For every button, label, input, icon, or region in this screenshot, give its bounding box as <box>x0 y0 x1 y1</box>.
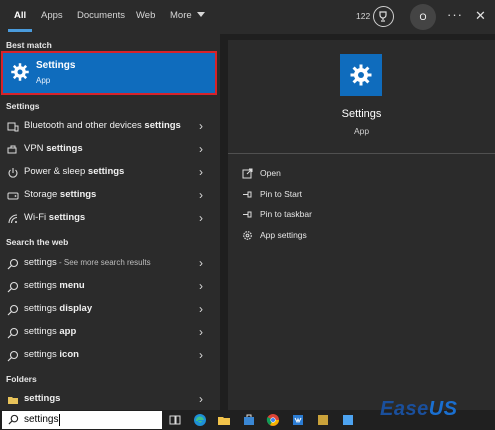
folder-result-settings[interactable]: settings › <box>0 389 220 410</box>
tab-more[interactable]: More <box>170 0 205 34</box>
web-result-settings-icon[interactable]: settings icon › <box>0 345 220 367</box>
more-options-icon[interactable]: ··· <box>447 0 463 30</box>
action-pin-to-start[interactable]: Pin to Start <box>242 187 442 205</box>
detail-panel: Settings App Open Pin to Start Pin to ta… <box>228 40 495 410</box>
chevron-right-icon: › <box>199 279 203 293</box>
gear-icon <box>350 64 372 86</box>
task-view-icon[interactable] <box>168 413 182 427</box>
section-settings: Settings <box>6 101 40 111</box>
action-label: App settings <box>260 230 307 240</box>
web-result-settings-app[interactable]: settings app › <box>0 322 220 344</box>
web-result-settings-menu[interactable]: settings menu › <box>0 276 220 298</box>
folder-icon <box>8 397 18 404</box>
result-storage-settings[interactable]: Storage settings › <box>0 185 220 207</box>
tab-apps[interactable]: Apps <box>41 0 63 34</box>
edge-browser-icon[interactable] <box>193 413 207 427</box>
section-search-the-web: Search the web <box>6 237 69 247</box>
app-icon[interactable] <box>291 413 305 427</box>
result-vpn-settings[interactable]: VPN settings › <box>0 139 220 161</box>
chevron-right-icon: › <box>199 256 203 270</box>
section-best-match: Best match <box>6 40 52 50</box>
web-result-settings[interactable]: settings - See more search results › <box>0 253 220 275</box>
result-label: settings - See more search results <box>24 257 151 268</box>
pin-icon <box>243 191 252 198</box>
search-icon <box>7 281 19 293</box>
best-match-subtitle: App <box>36 76 51 85</box>
trophy-icon[interactable] <box>373 6 394 27</box>
result-label: settings <box>24 393 61 404</box>
best-match-title: Settings <box>36 60 76 71</box>
chrome-icon[interactable] <box>266 413 280 427</box>
text-cursor <box>59 414 60 426</box>
pin-icon <box>243 211 252 218</box>
vpn-icon <box>7 145 17 154</box>
result-label: Bluetooth and other devices settings <box>24 120 181 131</box>
action-pin-to-taskbar[interactable]: Pin to taskbar <box>242 207 442 225</box>
action-open[interactable]: Open <box>242 166 442 184</box>
chevron-right-icon: › <box>199 165 203 179</box>
chevron-right-icon: › <box>199 325 203 339</box>
result-label: settings menu <box>24 280 85 291</box>
settings-app-icon <box>340 54 382 96</box>
search-input[interactable]: settings <box>24 414 58 425</box>
action-label: Pin to taskbar <box>260 209 312 219</box>
search-header: All Apps Documents Web More 122 O ··· ✕ <box>0 0 495 34</box>
storage-icon <box>7 192 19 200</box>
chevron-right-icon: › <box>199 302 203 316</box>
detail-subtitle: App <box>353 126 370 136</box>
chevron-right-icon: › <box>199 188 203 202</box>
close-icon[interactable]: ✕ <box>475 0 486 32</box>
taskbar-search-box[interactable]: settings <box>2 411 162 429</box>
gear-icon <box>243 231 252 240</box>
result-label: Power & sleep settings <box>24 166 125 177</box>
tab-documents[interactable]: Documents <box>77 0 125 34</box>
store-icon[interactable] <box>242 413 256 427</box>
results-list: Best match Settings App Settings Bluetoo… <box>0 34 220 410</box>
result-power-sleep-settings[interactable]: Power & sleep settings › <box>0 162 220 184</box>
result-label: Storage settings <box>24 189 97 200</box>
app-icon[interactable] <box>316 413 330 427</box>
user-avatar[interactable]: O <box>410 4 436 30</box>
search-icon <box>7 350 19 362</box>
chevron-right-icon: › <box>199 392 203 406</box>
chevron-right-icon: › <box>199 211 203 225</box>
chevron-right-icon: › <box>199 119 203 133</box>
tab-web[interactable]: Web <box>136 0 155 34</box>
gear-icon <box>11 63 29 81</box>
rewards-points: 122 <box>356 11 371 21</box>
result-wifi-settings[interactable]: Wi-Fi settings › <box>0 208 220 230</box>
power-icon <box>8 168 18 178</box>
section-folders: Folders <box>6 374 37 384</box>
action-label: Pin to Start <box>260 189 303 199</box>
result-bluetooth-settings[interactable]: Bluetooth and other devices settings › <box>0 116 220 138</box>
chevron-down-icon <box>196 12 205 17</box>
app-icon[interactable] <box>341 413 355 427</box>
result-label: Wi-Fi settings <box>24 212 86 223</box>
best-match-settings-app[interactable]: Settings App <box>1 51 217 95</box>
open-icon <box>242 168 253 179</box>
tab-more-label: More <box>170 10 192 21</box>
result-label: VPN settings <box>24 143 83 154</box>
divider <box>228 153 495 154</box>
file-explorer-icon[interactable] <box>217 413 231 427</box>
chevron-right-icon: › <box>199 348 203 362</box>
result-label: settings display <box>24 303 93 314</box>
web-result-settings-display[interactable]: settings display › <box>0 299 220 321</box>
easeus-watermark-logo: EaseUS <box>380 398 458 420</box>
search-icon <box>7 258 19 270</box>
action-app-settings[interactable]: App settings <box>242 228 442 246</box>
action-label: Open <box>260 168 281 178</box>
search-icon <box>7 327 19 339</box>
result-label: settings app <box>24 326 77 337</box>
chevron-right-icon: › <box>199 142 203 156</box>
result-label: settings icon <box>24 349 79 360</box>
tab-all[interactable]: All <box>7 0 33 34</box>
wifi-icon <box>8 214 18 224</box>
search-icon <box>7 304 19 316</box>
search-icon <box>8 414 19 425</box>
detail-title: Settings <box>341 108 382 120</box>
bluetooth-devices-icon <box>7 122 19 132</box>
